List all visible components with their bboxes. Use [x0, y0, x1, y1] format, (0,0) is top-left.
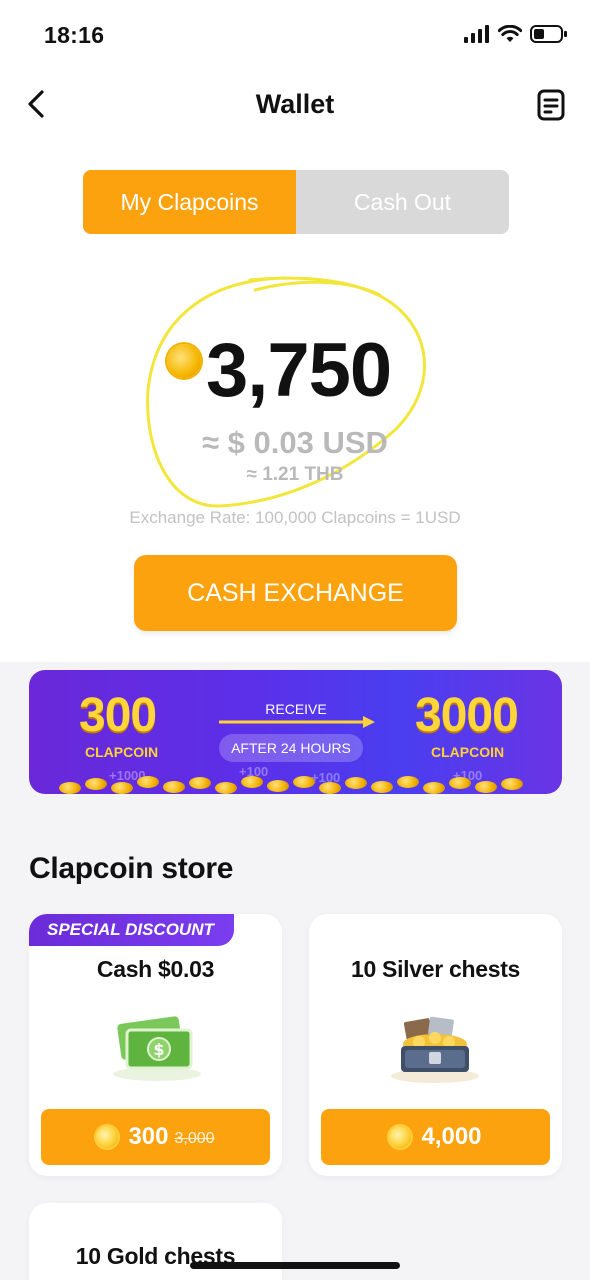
promo-banner[interactable]: 300 CLAPCOIN RECEIVE AFTER 24 HOURS 3000… [29, 670, 562, 794]
promo-right-unit: CLAPCOIN [431, 744, 505, 760]
balance-amount: 3,750 [206, 328, 392, 413]
nav-bar: Wallet [0, 70, 590, 142]
arrow-right-icon [219, 716, 375, 728]
balance-usd: ≈ $ 0.03 USD [202, 425, 388, 460]
store-item-title: 10 Silver chests [350, 956, 521, 982]
status-time: 18:16 [44, 22, 105, 48]
cash-exchange-button[interactable]: CASH EXCHANGE [134, 555, 457, 631]
wifi-icon [498, 25, 522, 42]
store-item-card[interactable]: 10 Silver chests 4,000 [309, 914, 562, 1176]
silver-chest-icon [391, 1016, 479, 1083]
promo-after-label: AFTER 24 HOURS [219, 734, 363, 762]
clapcoin-icon [96, 1126, 119, 1148]
tab-cash-out[interactable]: Cash Out [296, 170, 509, 234]
gold-coins-pile-icon [29, 764, 562, 794]
clapcoin-icon [389, 1126, 412, 1148]
tab-my-clapcoins[interactable]: My Clapcoins [83, 170, 296, 234]
cash-icon: $ [113, 1016, 201, 1081]
buy-silver-chests-button[interactable]: 4,000 [321, 1109, 550, 1165]
battery-icon [530, 25, 567, 43]
svg-text:$: $ [153, 1040, 164, 1059]
price-current: 300 [128, 1123, 169, 1150]
price-current: 4,000 [421, 1123, 482, 1150]
home-indicator[interactable] [190, 1262, 400, 1269]
special-discount-badge: SPECIAL DISCOUNT [29, 914, 234, 946]
store-item-card[interactable]: SPECIAL DISCOUNT Cash $0.03 $ 300 3,000 [29, 914, 282, 1176]
promo-right-amount: 3000 [415, 689, 519, 742]
wallet-tabs: My Clapcoins Cash Out [83, 170, 509, 234]
history-document-icon[interactable] [536, 88, 566, 122]
exchange-rate-text: Exchange Rate: 100,000 Clapcoins = 1USD [129, 508, 461, 527]
store-section-title: Clapcoin store [29, 852, 234, 885]
price-original: 3,000 [174, 1130, 215, 1147]
signal-icon [464, 25, 489, 43]
status-icons [464, 24, 568, 44]
buy-cash-button[interactable]: 300 3,000 [41, 1109, 270, 1165]
page-title: Wallet [255, 89, 335, 119]
store-item-title: Cash $0.03 [96, 956, 215, 982]
status-bar: 18:16 [0, 0, 590, 70]
clapcoin-icon [167, 344, 201, 378]
promo-left-amount: 300 [79, 689, 157, 742]
balance-thb: ≈ 1.21 THB [246, 464, 344, 485]
promo-left-unit: CLAPCOIN [85, 744, 159, 760]
